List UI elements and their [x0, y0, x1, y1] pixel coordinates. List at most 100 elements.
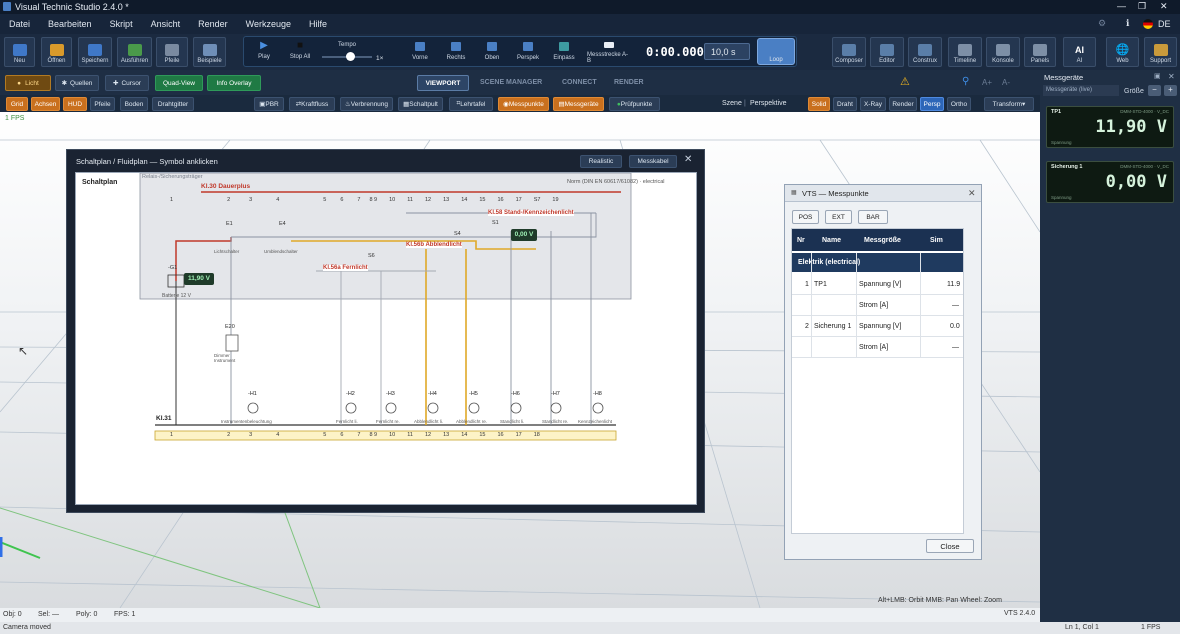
timeline-button[interactable]: Timeline	[948, 37, 982, 67]
teaching-board-toggle[interactable]: ⌗ Lehrtafel	[449, 97, 493, 111]
loop-toggle[interactable]: Loop	[757, 38, 795, 65]
run-button[interactable]: Ausführen	[117, 37, 152, 67]
lamp-h2-id[interactable]: -H2	[346, 391, 355, 397]
tab-bar[interactable]: BAR	[858, 210, 888, 224]
save-button[interactable]: Speichern	[78, 37, 112, 67]
table-row[interactable]: Strom [A] —	[792, 295, 963, 316]
menu-ansicht[interactable]: Ansicht	[142, 19, 190, 29]
scene-label[interactable]: Szene	[722, 100, 742, 107]
mode-wire[interactable]: Draht	[833, 97, 857, 111]
test-points-toggle[interactable]: ● Prüfpunkte	[609, 97, 660, 111]
view-right-button[interactable]: Rechts	[439, 40, 473, 64]
tab-scene-manager[interactable]: SCENE MANAGER	[480, 79, 542, 86]
tab-ext[interactable]: EXT	[825, 210, 852, 224]
view-top-button[interactable]: Oben	[475, 40, 509, 64]
combustion-toggle[interactable]: ♨ Verbrennung	[340, 97, 393, 111]
mode-persp[interactable]: Persp	[920, 97, 944, 111]
lamp-h8-id[interactable]: -H8	[593, 391, 602, 397]
meter-tp1[interactable]: TP1 DMM-STD-4000 · V_DC 11,90 V Spannung	[1046, 106, 1174, 148]
hud-toggle[interactable]: HUD	[63, 97, 87, 111]
fit-button[interactable]: Einpass	[547, 40, 581, 64]
floor-toggle[interactable]: Boden	[120, 97, 148, 111]
fuse-s6[interactable]: S6	[368, 253, 375, 259]
web-button[interactable]: 🌐 Web	[1106, 37, 1139, 67]
info-icon[interactable]: ℹ	[1126, 18, 1129, 29]
info-overlay-button[interactable]: Info Overlay	[207, 75, 261, 91]
switch-e20-id[interactable]: E20	[225, 324, 235, 330]
editor-button[interactable]: Editor	[870, 37, 904, 67]
light-button[interactable]: ● Licht	[5, 75, 51, 91]
tab-render[interactable]: RENDER	[614, 79, 644, 86]
schematic-canvas[interactable]: Schaltplan Relais-/Sicherungsträger Norm…	[75, 172, 697, 505]
battery-label[interactable]: Batterie 12 V	[162, 293, 191, 299]
force-flow-toggle[interactable]: ⇄ Kraftfluss	[289, 97, 335, 111]
table-row[interactable]: 2 Sicherung 1 Spannung [V] 0.0	[792, 316, 963, 337]
perspective-label[interactable]: Perspektive	[750, 100, 787, 107]
cursor-button[interactable]: ✚ Cursor	[105, 75, 149, 91]
console-button[interactable]: Konsole	[986, 37, 1020, 67]
arrows-button[interactable]: Pfeile	[156, 37, 188, 67]
menu-datei[interactable]: Datei	[0, 19, 39, 29]
language-label[interactable]: DE	[1158, 19, 1171, 29]
search-icon[interactable]: ⚲	[962, 76, 969, 87]
lamp-h4-id[interactable]: -H4	[428, 391, 437, 397]
close-icon[interactable]: ✕	[1160, 1, 1168, 12]
grid-toggle[interactable]: Grid	[6, 97, 28, 111]
construx-button[interactable]: Construx	[908, 37, 942, 67]
lamp-h7-id[interactable]: -H7	[551, 391, 560, 397]
meter-fuse1[interactable]: Sicherung 1 DMM-STD-4000 · V_DC 0,00 V S…	[1046, 161, 1174, 203]
font-smaller-icon[interactable]: A-	[1002, 78, 1010, 87]
close-button[interactable]: Close	[926, 539, 974, 553]
close-icon[interactable]: ✕	[684, 154, 692, 165]
fuse-s1[interactable]: S1	[492, 220, 499, 226]
open-button[interactable]: Öffnen	[41, 37, 72, 67]
wireframe-toggle[interactable]: Drahtgitter	[152, 97, 194, 111]
table-row[interactable]: 1 TP1 Spannung [V] 11.9	[792, 274, 963, 295]
switch-e4-id[interactable]: E4	[279, 221, 286, 227]
measure-cable-button[interactable]: Messkabel	[629, 155, 677, 168]
pbr-toggle[interactable]: ▣ PBR	[254, 97, 284, 111]
menu-skript[interactable]: Skript	[101, 19, 142, 29]
menu-bearbeiten[interactable]: Bearbeiten	[39, 19, 101, 29]
sources-button[interactable]: ✱ Quellen	[55, 75, 99, 91]
meters-toggle[interactable]: ▤ Messgeräte	[553, 97, 604, 111]
tab-connect[interactable]: CONNECT	[562, 79, 597, 86]
axes-toggle[interactable]: Achsen	[31, 97, 60, 111]
fuse-s4[interactable]: S4	[454, 231, 461, 237]
pin-icon[interactable]: ▣	[1154, 72, 1161, 80]
tempo-slider-handle[interactable]	[346, 52, 355, 61]
size-increase-button[interactable]: +	[1164, 85, 1177, 96]
warning-icon[interactable]: ⚠	[900, 75, 910, 88]
voltage-badge-tp1[interactable]: 11,90 V	[184, 273, 214, 285]
measure-ab-button[interactable]: Messstrecke A-B	[587, 40, 631, 64]
size-decrease-button[interactable]: −	[1148, 85, 1161, 96]
mode-xray[interactable]: X-Ray	[860, 97, 886, 111]
support-button[interactable]: Support	[1144, 37, 1177, 67]
lamp-h3-id[interactable]: -H3	[386, 391, 395, 397]
examples-button[interactable]: Beispiele	[193, 37, 226, 67]
tab-viewport[interactable]: VIEWPORT	[417, 75, 469, 91]
quad-view-button[interactable]: Quad-View	[155, 75, 203, 91]
mode-solid[interactable]: Solid	[808, 97, 830, 111]
tab-pos[interactable]: POS	[792, 210, 819, 224]
new-button[interactable]: Neu	[4, 37, 35, 67]
menu-werkzeuge[interactable]: Werkzeuge	[237, 19, 300, 29]
menu-hilfe[interactable]: Hilfe	[300, 19, 336, 29]
view-front-button[interactable]: Vorne	[403, 40, 437, 64]
play-button[interactable]: ▶ Play	[247, 40, 281, 64]
menu-render[interactable]: Render	[189, 19, 237, 29]
composer-button[interactable]: Composer	[832, 37, 866, 67]
gear-icon[interactable]: ⚙	[1098, 18, 1106, 29]
control-panel-toggle[interactable]: ▦ Schaltpult	[398, 97, 443, 111]
switch-e1-id[interactable]: E1	[226, 221, 233, 227]
mode-ortho[interactable]: Ortho	[947, 97, 971, 111]
transform-dropdown[interactable]: Transform ▾	[984, 97, 1034, 111]
table-row[interactable]: Strom [A] —	[792, 337, 963, 358]
lamp-h1-id[interactable]: -H1	[248, 391, 257, 397]
lamp-h6-id[interactable]: -H6	[511, 391, 520, 397]
ai-button[interactable]: AI AI	[1063, 37, 1096, 67]
arrows-toggle[interactable]: Pfeile	[90, 97, 115, 111]
close-icon[interactable]: ✕	[968, 188, 976, 199]
duration-input[interactable]: 10,0 s	[704, 43, 750, 60]
measure-points-toggle[interactable]: ◉ Messpunkte	[498, 97, 549, 111]
